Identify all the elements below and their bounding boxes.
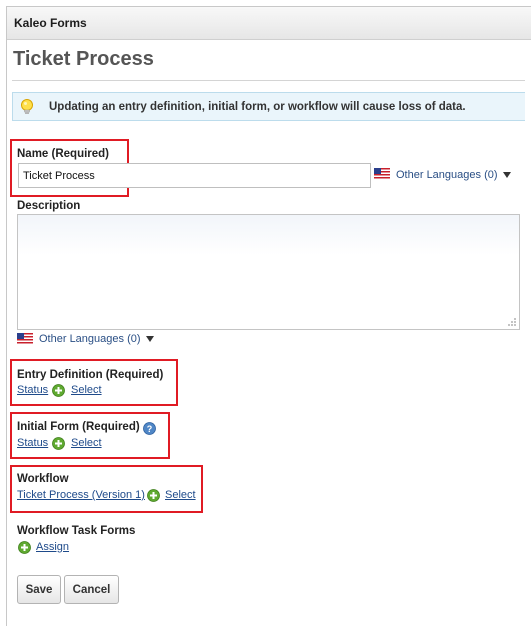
- name-input[interactable]: [18, 163, 371, 188]
- caret-down-icon[interactable]: [503, 172, 511, 178]
- initial-form-value-link[interactable]: Status: [17, 437, 48, 449]
- description-label: Description: [17, 200, 81, 212]
- add-icon[interactable]: [52, 384, 65, 397]
- entry-definition-select-link[interactable]: Select: [71, 384, 102, 396]
- description-other-languages[interactable]: Other Languages (0): [39, 333, 141, 345]
- initial-form-select-link[interactable]: Select: [71, 437, 102, 449]
- add-icon[interactable]: [147, 489, 160, 502]
- us-flag-icon: [17, 333, 33, 344]
- workflow-value-link[interactable]: Ticket Process (Version 1): [17, 489, 145, 501]
- description-textarea[interactable]: [17, 214, 520, 330]
- svg-text:?: ?: [147, 424, 153, 434]
- resize-handle-icon[interactable]: [505, 315, 517, 327]
- workflow-select-link[interactable]: Select: [165, 489, 196, 501]
- add-icon[interactable]: [18, 541, 31, 554]
- us-flag-icon: [374, 168, 390, 179]
- highlight-entry-definition: [10, 359, 178, 406]
- help-icon[interactable]: ?: [143, 422, 156, 435]
- portlet-title: Kaleo Forms: [14, 16, 87, 30]
- name-other-languages[interactable]: Other Languages (0): [396, 169, 498, 181]
- lightbulb-icon: [21, 99, 33, 114]
- workflow-label: Workflow: [17, 473, 69, 485]
- initial-form-label: Initial Form (Required): [17, 421, 140, 433]
- entry-definition-value-link[interactable]: Status: [17, 384, 48, 396]
- save-button[interactable]: Save: [17, 575, 61, 604]
- cancel-button[interactable]: Cancel: [64, 575, 119, 604]
- alert-message: Updating an entry definition, initial fo…: [49, 101, 466, 113]
- add-icon[interactable]: [52, 437, 65, 450]
- portlet-header: Kaleo Forms: [7, 7, 531, 40]
- info-alert: Updating an entry definition, initial fo…: [12, 92, 525, 121]
- highlight-initial-form: [10, 412, 170, 459]
- title-divider: [12, 80, 525, 81]
- caret-down-icon[interactable]: [146, 336, 154, 342]
- assign-link[interactable]: Assign: [36, 541, 69, 553]
- entry-definition-label: Entry Definition (Required): [17, 369, 164, 381]
- name-label: Name (Required): [17, 148, 110, 160]
- workflow-task-forms-label: Workflow Task Forms: [17, 525, 136, 537]
- page-title: Ticket Process: [13, 48, 154, 70]
